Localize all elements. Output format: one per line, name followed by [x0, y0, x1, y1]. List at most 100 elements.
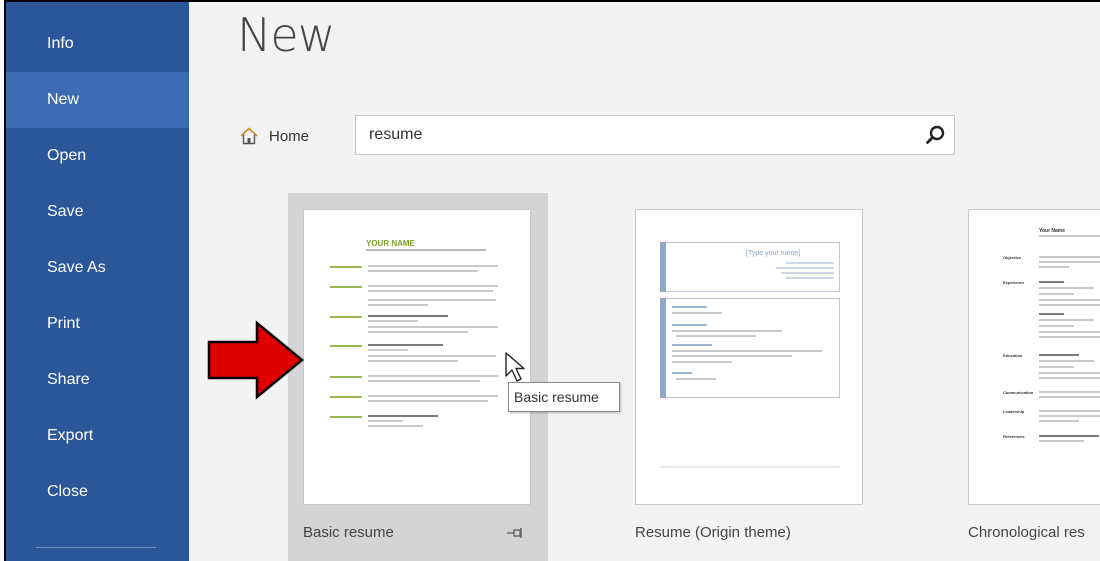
thumb-section-label	[330, 376, 362, 378]
thumb-line	[368, 315, 448, 317]
thumb-line	[368, 290, 493, 292]
search-input[interactable]	[356, 116, 911, 154]
template-thumbnail: YOUR NAME	[303, 209, 531, 505]
thumb-line	[786, 262, 834, 264]
thumb-line	[1039, 396, 1100, 398]
thumb-section-label: Communication	[1003, 390, 1034, 395]
thumb-line	[672, 350, 822, 352]
home-link[interactable]: Home	[239, 121, 309, 151]
red-arrow-annotation	[207, 320, 304, 400]
thumb-line	[368, 425, 423, 427]
thumb-line	[368, 375, 498, 377]
thumb-line	[1039, 354, 1079, 356]
thumb-line	[1039, 319, 1094, 321]
thumb-accent-bar	[660, 298, 666, 398]
template-thumbnail: Your Name Objective Experience Education	[968, 209, 1100, 505]
thumb-line	[1039, 372, 1100, 374]
thumb-section-label	[330, 286, 362, 288]
thumb-line	[368, 420, 403, 422]
thumb-section-label: Experience	[1003, 280, 1025, 285]
thumb-line	[1039, 313, 1064, 315]
thumb-section-label	[330, 345, 362, 347]
thumb-accent-bar	[660, 242, 666, 292]
thumb-line	[1039, 420, 1079, 422]
thumb-footer-line	[660, 466, 840, 468]
thumb-section-label	[330, 266, 362, 268]
thumb-section-label: References	[1003, 434, 1025, 439]
thumb-line	[1039, 304, 1100, 306]
page-title: New	[237, 8, 335, 62]
sidebar-item-print[interactable]: Print	[6, 296, 189, 352]
thumb-line	[672, 355, 792, 357]
sidebar-item-open[interactable]: Open	[6, 128, 189, 184]
thumb-line	[1039, 256, 1100, 258]
sidebar-item-info[interactable]: Info	[6, 16, 189, 72]
thumb-line	[1039, 391, 1100, 393]
thumb-name: YOUR NAME	[366, 239, 415, 248]
thumb-line	[368, 270, 478, 272]
thumb-line	[672, 344, 712, 346]
thumb-line	[1039, 435, 1099, 437]
thumb-line	[368, 326, 498, 328]
thumb-line	[368, 320, 418, 322]
template-label: Chronological res	[968, 524, 1085, 541]
template-thumbnail: [Type your name]	[635, 209, 863, 505]
thumb-line	[368, 349, 408, 351]
thumb-line	[1039, 261, 1100, 263]
sidebar-item-save[interactable]: Save	[6, 184, 189, 240]
thumb-line	[786, 277, 834, 279]
home-label: Home	[269, 127, 310, 145]
thumb-line	[1039, 287, 1094, 289]
thumb-line	[1039, 293, 1074, 295]
sidebar-item-save-as[interactable]: Save As	[6, 240, 189, 296]
thumb-line	[676, 335, 756, 337]
thumb-line	[366, 249, 486, 251]
thumb-section-label	[330, 416, 362, 418]
thumb-line	[672, 372, 692, 374]
thumb-line	[368, 415, 438, 417]
thumb-line	[672, 312, 722, 314]
thumb-line	[368, 355, 496, 357]
backstage-sidebar: Info New Open Save Save As Print Share E…	[6, 2, 189, 561]
sidebar-item-close[interactable]: Close	[6, 464, 189, 520]
thumb-line	[368, 344, 443, 346]
thumb-line	[672, 330, 782, 332]
thumb-line	[1039, 325, 1074, 327]
thumb-line	[1039, 299, 1100, 301]
thumb-line	[672, 306, 707, 308]
template-resume-origin-theme[interactable]: [Type your name] Resume (Origin theme)	[620, 193, 880, 561]
thumb-line	[368, 265, 498, 267]
sidebar-item-new[interactable]: New	[6, 72, 189, 128]
template-label: Basic resume	[303, 524, 394, 541]
sidebar-item-share[interactable]: Share	[6, 352, 189, 408]
thumb-name: [Type your name]	[746, 250, 801, 257]
thumb-line	[1039, 377, 1100, 379]
thumb-line	[368, 400, 488, 402]
sidebar-item-export[interactable]: Export	[6, 408, 189, 464]
search-icon[interactable]	[924, 124, 946, 146]
pin-icon[interactable]	[506, 526, 524, 540]
thumb-line	[1039, 415, 1100, 417]
template-chronological-resume[interactable]: Your Name Objective Experience Education	[953, 193, 1100, 561]
thumb-line	[1039, 235, 1100, 237]
new-document-pane: New Home YOUR NAME	[189, 2, 1100, 561]
thumb-line	[1039, 366, 1074, 368]
thumb-line	[1039, 331, 1100, 333]
thumb-section-label	[330, 396, 362, 398]
home-icon	[240, 127, 258, 145]
thumb-line	[781, 272, 834, 274]
thumb-line	[1039, 281, 1064, 283]
word-backstage-window: Info New Open Save Save As Print Share E…	[4, 0, 1100, 561]
thumb-line	[1039, 360, 1094, 362]
thumb-line	[676, 378, 716, 380]
template-tooltip: Basic resume	[508, 382, 620, 412]
thumb-line	[1039, 266, 1069, 268]
thumb-line	[1039, 440, 1084, 442]
search-box	[355, 115, 955, 155]
thumb-line	[368, 331, 468, 333]
thumb-line	[1039, 410, 1100, 412]
thumb-section-label: Leadership	[1003, 409, 1025, 414]
sidebar-divider	[36, 547, 156, 548]
thumb-line	[368, 360, 458, 362]
thumb-line	[1039, 336, 1100, 338]
